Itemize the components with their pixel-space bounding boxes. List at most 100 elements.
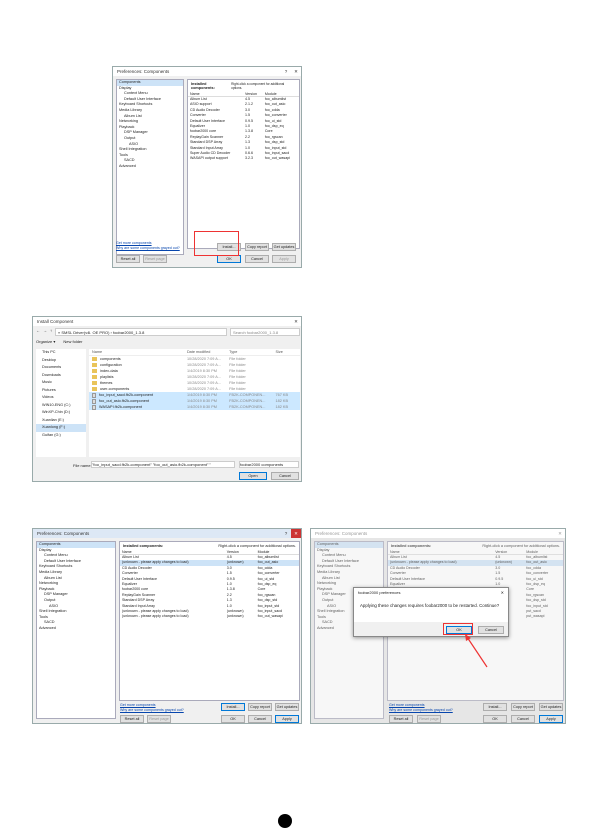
get-more-components-link[interactable]: Get more components	[389, 703, 425, 707]
copy-report-button[interactable]: Copy report	[248, 703, 272, 711]
nav-item[interactable]: Xuanlong (F:)	[36, 424, 86, 432]
table-cell: foo_out_wasapi	[257, 614, 283, 619]
nav-item[interactable]: WinXP-Chin (D:)	[36, 409, 86, 417]
file-date: 10/28/2020 7:09 A...	[186, 375, 221, 379]
column-header[interactable]: Date modified	[184, 349, 226, 355]
ok-button[interactable]: OK	[483, 715, 507, 723]
reset-page-button[interactable]: Reset page	[147, 715, 171, 723]
address-bar: ← → ↑ « SMSL Driver(v4l. OE PRO) › fooba…	[36, 328, 300, 336]
file-icon	[92, 398, 96, 404]
reset-page-button[interactable]: Reset page	[417, 715, 441, 723]
column-header[interactable]: Type	[226, 349, 272, 355]
copy-report-button[interactable]: Copy report	[511, 703, 535, 711]
nav-item[interactable]: Xuanlian (E:)	[36, 417, 86, 425]
back-arrow-icon[interactable]: ←	[36, 328, 40, 336]
table-cell: put_wasapi	[526, 614, 545, 619]
install-button[interactable]: Install...	[221, 703, 245, 711]
apply-button[interactable]: Apply	[275, 715, 299, 723]
installed-heading: Installed components:	[391, 544, 432, 548]
folder-icon	[92, 387, 97, 391]
cancel-button[interactable]: Cancel	[248, 715, 272, 723]
file-type: File folder	[229, 357, 246, 361]
reset-all-button[interactable]: Reset all	[116, 255, 140, 263]
get-updates-button[interactable]: Get updates	[539, 703, 563, 711]
tree-item[interactable]: Advanced	[117, 164, 183, 170]
components-table[interactable]: Name Version Module Album List 4.5 foo_albuml…	[120, 550, 299, 620]
nav-item[interactable]: WIN10-ENG (C:)	[36, 402, 86, 410]
file-type: File folder	[229, 387, 246, 391]
nav-item[interactable]: Downloads	[36, 372, 86, 380]
organize-button[interactable]: Organize ▾	[36, 339, 55, 344]
reset-page-button[interactable]: Reset page	[143, 255, 167, 263]
grayed-out-link[interactable]: Why are some components grayed out?	[120, 708, 184, 712]
install-button[interactable]: Install...	[483, 703, 507, 711]
help-icon[interactable]: ?	[281, 67, 291, 76]
table-row[interactable]: (unknown - please apply changes to load)…	[120, 614, 299, 619]
ok-button[interactable]: OK	[221, 715, 245, 723]
column-header[interactable]: Size	[273, 349, 300, 355]
filename-input[interactable]: "foo_input_sacd.fb2k-component" "foo_out…	[91, 461, 235, 468]
reset-all-button[interactable]: Reset all	[120, 715, 144, 723]
file-list[interactable]: Name Date modified Type Size components 10/2…	[89, 349, 300, 457]
apply-button[interactable]: Apply	[539, 715, 563, 723]
close-icon[interactable]: ✕	[291, 67, 301, 76]
apply-button[interactable]: Apply	[272, 255, 296, 263]
window-title: Install Component	[37, 319, 74, 324]
file-type-select[interactable]: foobar2000 components	[239, 461, 299, 468]
components-table[interactable]: Name Version Module Album List 4.5 foo_albuml…	[188, 92, 299, 162]
nav-item[interactable]: Documents	[36, 364, 86, 372]
table-row[interactable]: WASAPI output support 3.2.3 foo_out_wasapi	[188, 156, 299, 161]
grayed-out-link[interactable]: Why are some components grayed out?	[389, 708, 453, 712]
nav-item[interactable]: This PC	[36, 349, 86, 357]
nav-item[interactable]: Desktop	[36, 357, 86, 365]
file-row[interactable]: WASAPI.fb2k-component 1/4/2019 8:30 PM FB2…	[89, 404, 300, 410]
file-name: components	[100, 357, 121, 361]
cancel-button[interactable]: Cancel	[271, 472, 299, 480]
tree-item[interactable]: Advanced	[37, 626, 115, 632]
nav-item[interactable]: Guifan (G:)	[36, 432, 86, 440]
forward-arrow-icon[interactable]: →	[43, 328, 47, 336]
open-button[interactable]: Open	[239, 472, 267, 480]
search-input[interactable]: Search foobar2000_1.3.8	[230, 328, 300, 336]
file-type: File folder	[229, 381, 246, 385]
preferences-tree[interactable]: Components Display Context Menu Default Use…	[116, 79, 184, 255]
dialog-title: foobar2000 preferences	[358, 590, 401, 595]
get-updates-button[interactable]: Get updates	[272, 243, 296, 251]
help-icon[interactable]: ?	[281, 529, 291, 538]
file-size: 182 KB	[275, 405, 288, 409]
column-header[interactable]: Name	[89, 349, 184, 355]
nav-item[interactable]: Pictures	[36, 387, 86, 395]
grayed-out-link[interactable]: Why are some components grayed out?	[116, 246, 180, 250]
up-arrow-icon[interactable]: ↑	[50, 328, 52, 336]
nav-item[interactable]: Music	[36, 379, 86, 387]
file-type: File folder	[229, 363, 246, 367]
new-folder-button[interactable]: New folder	[63, 339, 82, 344]
ok-button[interactable]: OK	[217, 255, 241, 263]
folder-icon	[92, 363, 97, 367]
file-icon	[92, 404, 96, 410]
title-bar: Preferences: Components ? ✕	[113, 67, 301, 76]
get-more-components-link[interactable]: Get more components	[120, 703, 156, 707]
get-updates-button[interactable]: Get updates	[275, 703, 299, 711]
cancel-button[interactable]: Cancel	[511, 715, 535, 723]
file-icon	[92, 392, 96, 398]
file-size: 182 KB	[275, 399, 288, 403]
title-bar: Install Component ✕	[33, 317, 301, 326]
file-type: FB2K-COMPONEN...	[229, 393, 266, 397]
close-icon[interactable]: ✕	[291, 317, 301, 326]
close-icon[interactable]: ✕	[501, 590, 504, 595]
nav-item[interactable]: Videos	[36, 394, 86, 402]
table-cell: (unknown)	[226, 614, 244, 619]
cancel-button[interactable]: Cancel	[245, 255, 269, 263]
close-icon[interactable]: ✕	[291, 529, 301, 538]
path-field[interactable]: « SMSL Driver(v4l. OE PRO) › foobar2000_…	[55, 328, 227, 336]
command-bar: Organize ▾ New folder	[36, 339, 82, 344]
file-date: 1/4/2019 8:30 PM	[186, 369, 217, 373]
navigation-pane[interactable]: This PC Desktop Documents Downloads Music Pic…	[36, 349, 86, 457]
preferences-tree[interactable]: Components Display Context Menu Default Use…	[36, 541, 116, 719]
close-icon[interactable]: ✕	[555, 529, 565, 538]
get-more-components-link[interactable]: Get more components	[116, 241, 152, 245]
file-date: 10/28/2020 7:09 A...	[186, 357, 221, 361]
reset-all-button[interactable]: Reset all	[389, 715, 413, 723]
copy-report-button[interactable]: Copy report	[245, 243, 269, 251]
